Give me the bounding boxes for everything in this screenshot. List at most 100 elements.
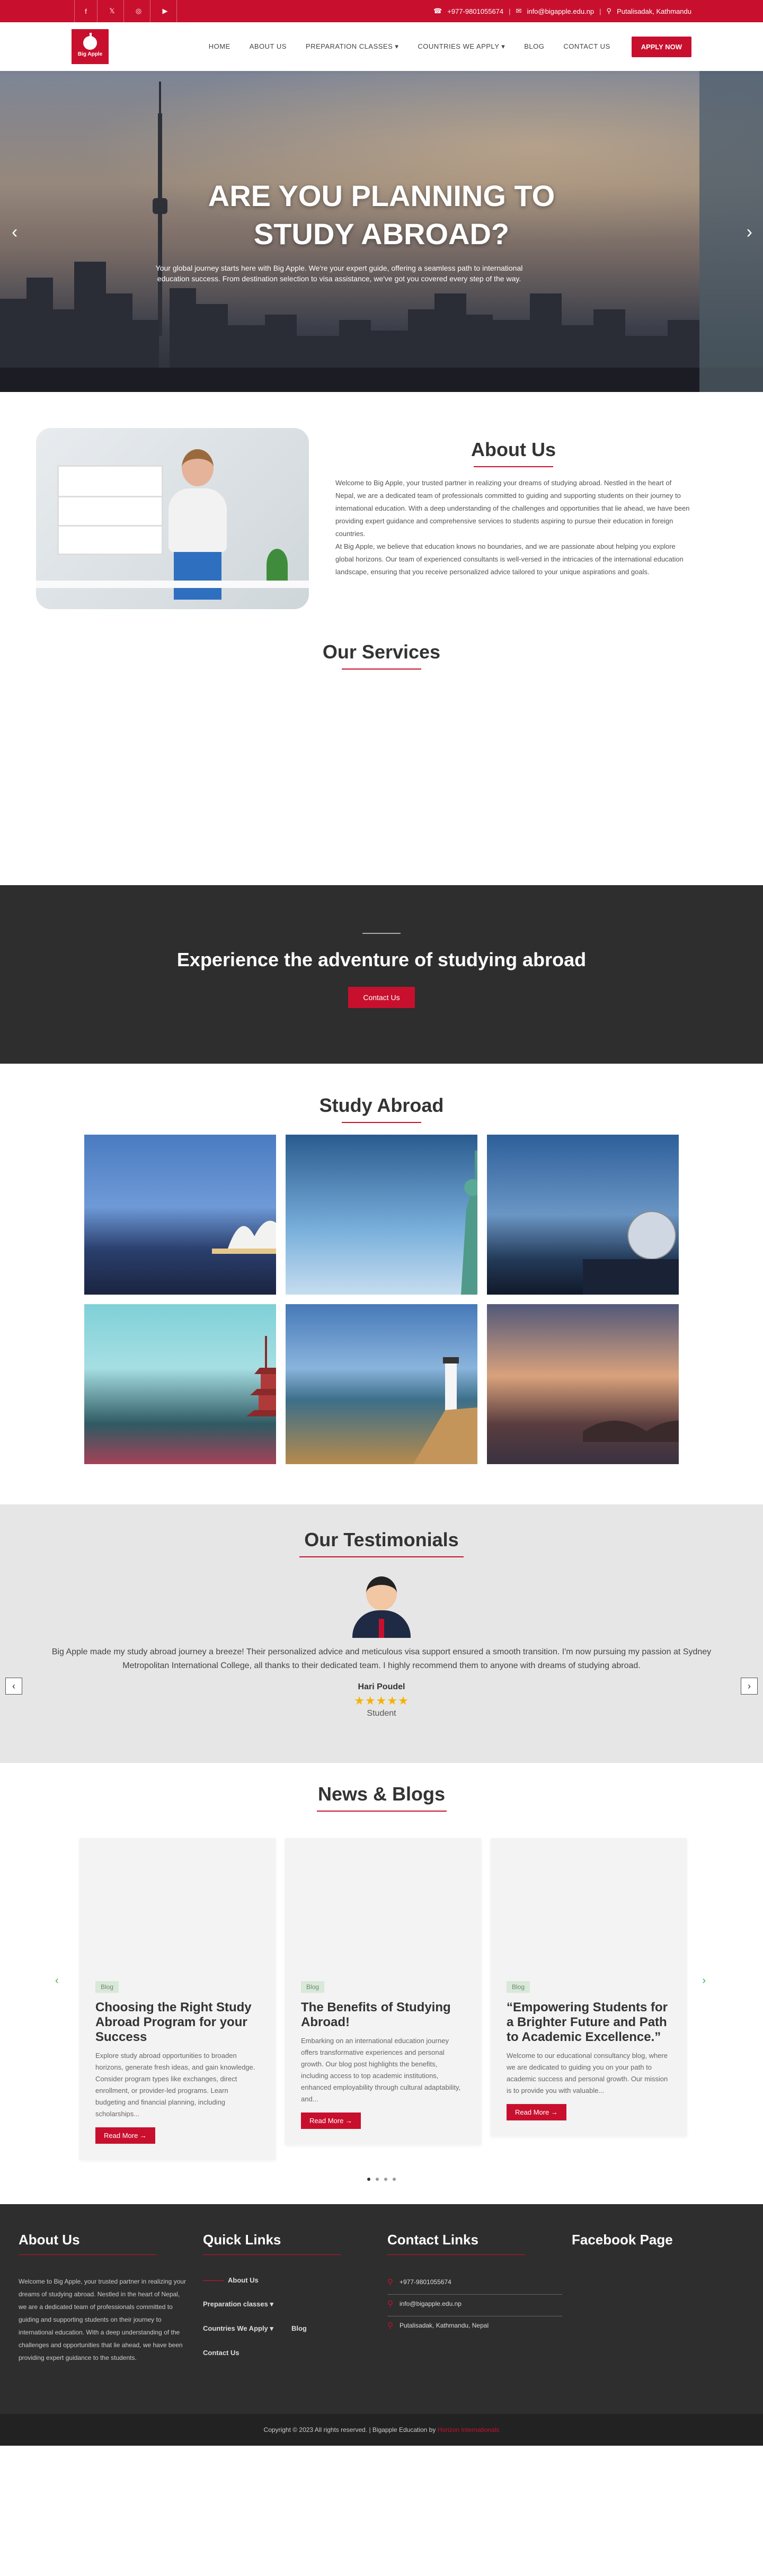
top-contact-info: ☎ +977-9801055674 | ✉ info@bigapple.edu.…	[433, 7, 691, 15]
nav-preparation[interactable]: PREPARATION CLASSES ▾	[306, 42, 398, 51]
blog-excerpt: Embarking on an international education …	[301, 2037, 461, 2103]
blog-title[interactable]: Choosing the Right Study Abroad Program …	[95, 2000, 260, 2045]
blog-card[interactable]: Blog “Empowering Students for a Brighter…	[491, 1838, 687, 2136]
footer-contact: Contact Links ⚲ +977-9801055674 ⚲ info@big…	[387, 2232, 572, 2414]
phone-icon: ☎	[433, 7, 442, 15]
top-phone[interactable]: +977-9801055674	[447, 7, 503, 15]
main-nav: Big Apple HOME ABOUT US PREPARATION CLAS…	[0, 22, 763, 71]
blog-card[interactable]: Blog Choosing the Right Study Abroad Pro…	[79, 1838, 276, 2160]
read-more-button[interactable]: Read More →	[95, 2127, 155, 2144]
carousel-dot[interactable]	[384, 2178, 387, 2181]
footer-address: Putalisadak, Kathmandu, Nepal	[400, 2322, 489, 2329]
title-underline	[316, 1811, 447, 1812]
about-text: About Us Welcome to Big Apple, your trus…	[335, 428, 691, 641]
footer-about-text: Welcome to Big Apple, your trusted partn…	[19, 2278, 186, 2361]
blogs-title: News & Blogs	[317, 1783, 446, 1805]
copyright-brand-link[interactable]: Horizon Internationals	[438, 2426, 500, 2434]
big-ben-image	[583, 1421, 679, 1442]
footer-links-title: Quick Links	[203, 2232, 281, 2248]
new-zealand-tile[interactable]	[286, 1304, 477, 1464]
blog-image	[507, 1838, 671, 1981]
statue-of-liberty-image	[461, 1151, 477, 1295]
footer-link-prep[interactable]: Preparation classes ▾	[203, 2300, 362, 2308]
carousel-dot[interactable]	[367, 2178, 370, 2181]
blog-carousel: Blog Choosing the Right Study Abroad Pro…	[79, 1838, 763, 2160]
mail-icon: ⚲	[387, 2299, 393, 2308]
lighthouse-image	[413, 1357, 477, 1464]
logo[interactable]: Big Apple	[72, 29, 109, 64]
uk-tile[interactable]	[487, 1304, 679, 1464]
footer-phone[interactable]: +977-9801055674	[400, 2278, 451, 2286]
study-abroad-title: Study Abroad	[319, 1094, 444, 1116]
blog-card[interactable]: Blog The Benefits of Studying Abroad! Em…	[285, 1838, 481, 2145]
slider-prev-icon[interactable]: ‹	[12, 222, 17, 243]
mail-icon: ✉	[516, 7, 522, 15]
instagram-icon[interactable]: ◎	[127, 0, 150, 22]
nav-home[interactable]: HOME	[209, 42, 230, 51]
hero-slider: ARE YOU PLANNING TO STUDY ABROAD? Your g…	[0, 71, 763, 392]
blog-prev-icon[interactable]: ‹	[55, 1975, 59, 1987]
divider	[362, 933, 401, 934]
location-icon: ⚲	[387, 2321, 393, 2330]
twitter-icon[interactable]: 𝕏	[101, 0, 124, 22]
nav-contact[interactable]: CONTACT US	[563, 42, 610, 51]
carousel-dot[interactable]	[393, 2178, 396, 2181]
cta-title: Experience the adventure of studying abr…	[176, 949, 587, 970]
science-world-image	[583, 1211, 679, 1295]
australia-tile[interactable]	[84, 1135, 276, 1295]
arrow-right-icon: ―――	[203, 2276, 224, 2284]
title-underline	[474, 466, 553, 467]
testimonial-prev-icon[interactable]: ‹	[5, 1678, 22, 1695]
footer-link-blog[interactable]: Blog	[291, 2324, 307, 2333]
footer-link-about[interactable]: About Us	[228, 2276, 259, 2284]
top-location: Putalisadak, Kathmandu	[617, 7, 691, 15]
read-more-button[interactable]: Read More →	[507, 2104, 566, 2120]
read-more-button[interactable]: Read More →	[301, 2113, 361, 2129]
about-image	[36, 428, 309, 609]
about-section: About Us Welcome to Big Apple, your trus…	[0, 392, 763, 641]
services-title: Our Services	[322, 641, 441, 663]
apply-now-button[interactable]: APPLY NOW	[631, 36, 691, 57]
canada-tile[interactable]	[487, 1135, 679, 1295]
blog-excerpt: Welcome to our educational consultancy b…	[507, 2052, 668, 2094]
title-underline	[299, 1556, 464, 1557]
testimonial-role: Student	[367, 1709, 396, 1718]
testimonial-quote: Big Apple made my study abroad journey a…	[51, 1647, 712, 1670]
contact-us-button[interactable]: Contact Us	[348, 987, 415, 1008]
blogs-section: News & Blogs Blog Choosing the Right Stu…	[0, 1763, 763, 2204]
testimonial-next-icon[interactable]: ›	[741, 1678, 758, 1695]
blog-image	[95, 1838, 260, 1981]
japan-tile[interactable]	[84, 1304, 276, 1464]
slider-next-icon[interactable]: ›	[747, 222, 752, 243]
facebook-icon[interactable]: f	[74, 0, 97, 22]
about-paragraph-2: At Big Apple, we believe that education …	[335, 542, 684, 576]
nav-countries[interactable]: COUNTRIES WE APPLY ▾	[418, 42, 505, 51]
copyright-bar: Copyright © 2023 All rights reserved. | …	[0, 2414, 763, 2446]
blog-title[interactable]: “Empowering Students for a Brighter Futu…	[507, 2000, 671, 2045]
hero-title: ARE YOU PLANNING TO STUDY ABROAD?	[208, 179, 555, 251]
testimonials-title: Our Testimonials	[304, 1529, 459, 1550]
footer-facebook: Facebook Page	[572, 2232, 731, 2414]
footer-link-countries[interactable]: Countries We Apply ▾	[203, 2324, 273, 2333]
title-underline	[342, 1122, 421, 1123]
nav-about[interactable]: ABOUT US	[250, 42, 287, 51]
carousel-dot[interactable]	[376, 2178, 379, 2181]
youtube-icon[interactable]: ▶	[154, 0, 177, 22]
blog-title[interactable]: The Benefits of Studying Abroad!	[301, 2000, 465, 2030]
nav-blog[interactable]: BLOG	[524, 42, 544, 51]
avatar	[352, 1576, 411, 1638]
testimonial-name: Hari Poudel	[358, 1682, 405, 1691]
usa-tile[interactable]	[286, 1135, 477, 1295]
footer-email[interactable]: info@bigapple.edu.np	[400, 2300, 462, 2307]
cta-section: Experience the adventure of studying abr…	[0, 885, 763, 1064]
top-email[interactable]: info@bigapple.edu.np	[527, 7, 594, 15]
hero-subtitle: Your global journey starts here with Big…	[155, 264, 523, 283]
pagoda-image	[246, 1336, 276, 1416]
blog-next-icon[interactable]: ›	[702, 1975, 706, 1987]
footer-link-contact[interactable]: Contact Us	[203, 2349, 362, 2357]
opera-house-image	[212, 1220, 276, 1254]
phone-icon: ⚲	[387, 2278, 393, 2287]
footer-quick-links: Quick Links ――― About Us Preparation clas…	[203, 2232, 387, 2414]
top-bar: f 𝕏 ◎ ▶ ☎ +977-9801055674 | ✉ info@bigap…	[0, 0, 763, 22]
blog-badge: Blog	[95, 1981, 119, 1993]
